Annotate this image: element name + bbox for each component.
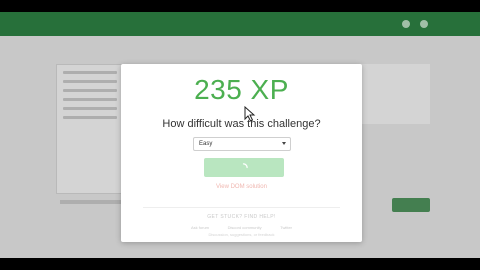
view-solution-link[interactable]: View DOM solution — [121, 184, 362, 190]
chevron-down-icon — [282, 142, 286, 145]
help-title: GET STUCK? FIND HELP! — [207, 214, 276, 220]
submit-rating-button[interactable] — [204, 158, 284, 177]
modal-divider — [143, 207, 340, 208]
difficulty-question: How difficult was this challenge? — [162, 118, 321, 130]
xp-earned: 235 XP — [194, 74, 289, 105]
help-links: Ask forum Discord community Twitter — [191, 224, 292, 230]
help-subtext: Discussion, suggestions, or feedback — [208, 232, 275, 237]
challenge-complete-modal: 235 XP How difficult was this challenge?… — [121, 64, 362, 242]
app-viewport: 235 XP How difficult was this challenge?… — [0, 12, 480, 258]
arrow-cursor-icon — [244, 106, 256, 122]
help-link-twitter[interactable]: Twitter — [280, 225, 292, 230]
difficulty-select[interactable]: Easy — [193, 137, 291, 151]
spinner-icon — [242, 163, 248, 169]
help-link-discord[interactable]: Discord community — [228, 225, 262, 230]
help-link-forum[interactable]: Ask forum — [191, 225, 209, 230]
difficulty-selected-value: Easy — [199, 141, 213, 147]
